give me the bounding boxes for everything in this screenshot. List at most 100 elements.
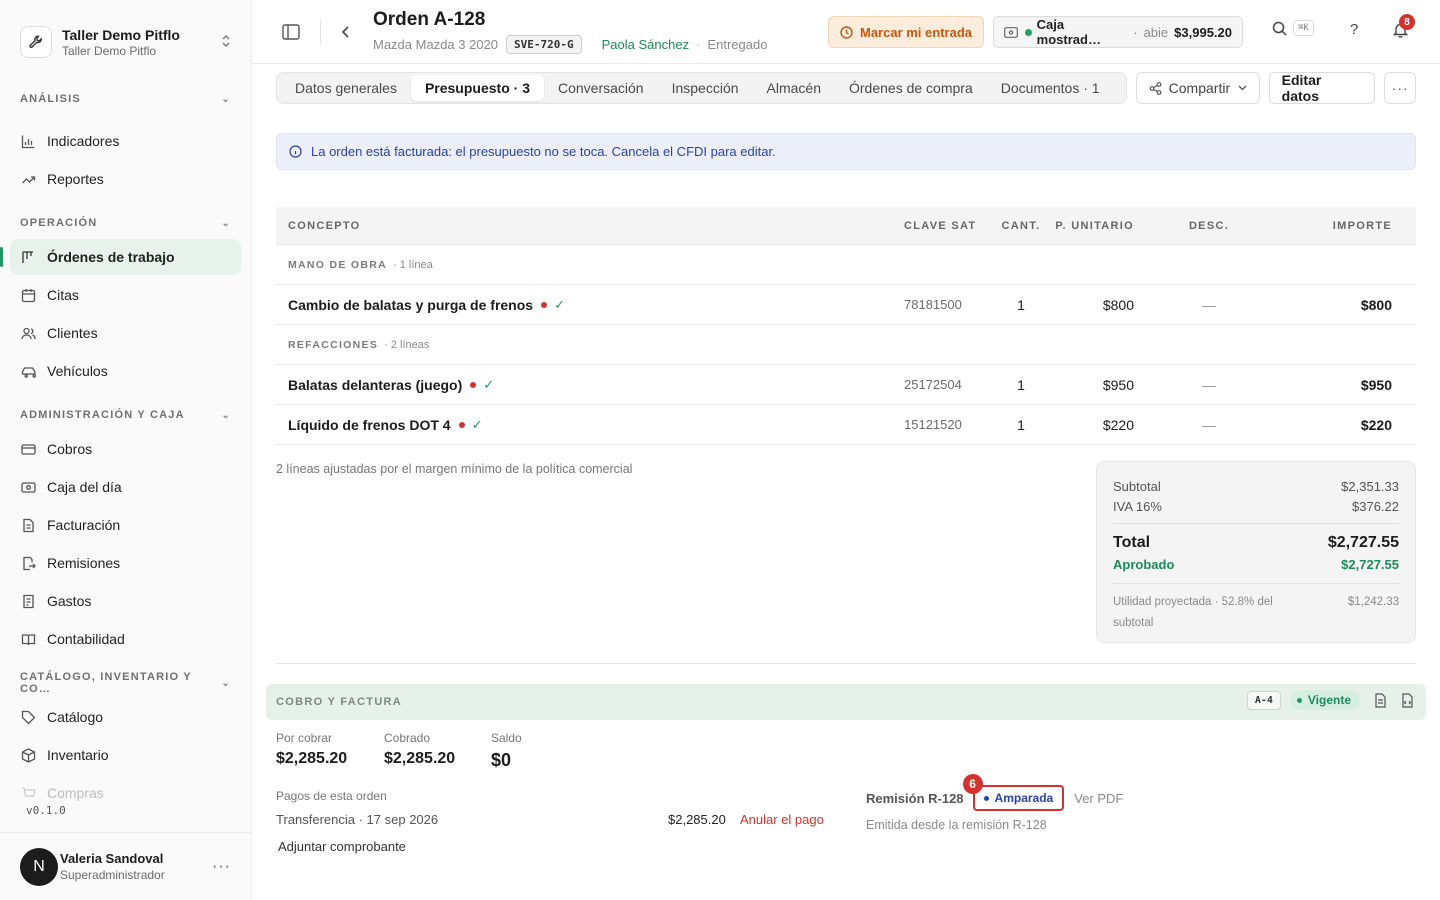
view-pdf-link[interactable]: Ver PDF [1074, 791, 1123, 806]
page-title: Orden A-128 [373, 9, 486, 30]
tab-bar: Datos generales Presupuesto · 3 Conversa… [276, 72, 1127, 104]
item-concept: Cambio de balatas y purga de frenos [288, 296, 534, 313]
item-importe: $220 [1360, 416, 1392, 433]
tab-presupuesto[interactable]: Presupuesto · 3 [410, 75, 544, 101]
search-button[interactable]: ⌘K [1272, 20, 1314, 36]
iva-value: $376.22 [1352, 498, 1399, 514]
tab-almacen[interactable]: Almacén [753, 75, 835, 101]
section-operacion[interactable]: OPERACIÓN ⌄ [0, 213, 251, 233]
vehicle-label: Mazda Mazda 3 2020 [373, 37, 499, 52]
receipt-icon [20, 593, 37, 610]
totals-card: Subtotal $2,351.33 IVA 16% $376.22 Total $2… [1096, 461, 1416, 643]
chart-bar-icon [20, 133, 37, 150]
section-catalogo[interactable]: CATÁLOGO, INVENTARIO Y CO… ⌄ [0, 671, 251, 695]
document-icon[interactable] [1374, 692, 1387, 708]
remision-row: Remisión R-128 6 Amparada Ver PDF [866, 774, 1123, 811]
sidebar-toggle-icon[interactable] [280, 21, 302, 43]
divider [1113, 523, 1399, 524]
total-value: $2,727.55 [1327, 534, 1399, 551]
edit-data-button[interactable]: Editar datos [1268, 72, 1376, 104]
sidebar-item-caja[interactable]: Caja del día [10, 469, 241, 505]
xml-file-icon[interactable] [1401, 692, 1414, 708]
more-options-button[interactable]: ··· [1384, 72, 1416, 104]
section-analisis[interactable]: ANÁLISIS ⌄ [0, 89, 251, 109]
iva-label: IVA 16% [1113, 498, 1162, 514]
sidebar-item-citas[interactable]: Citas [10, 277, 241, 313]
user-menu[interactable]: N Valeria Sandoval Superadministrador ··… [0, 832, 251, 900]
check-icon: ✓ [554, 296, 565, 312]
section-administracion[interactable]: ADMINISTRACIÓN Y CAJA ⌄ [0, 405, 251, 425]
sidebar-item-label: Compras [47, 785, 104, 801]
sidebar-item-catalogo[interactable]: Catálogo [10, 699, 241, 735]
status-dot [541, 301, 548, 308]
marker-badge: 6 [962, 774, 983, 794]
table-row[interactable]: Líquido de frenos DOT 4 ✓ 15121520 1 $220… [276, 405, 1416, 445]
plate-badge: SVE-720-G [506, 35, 582, 54]
cash-register-selector[interactable]: Caja mostrad… · abie $3,995.20 [993, 16, 1243, 48]
stat-value: $2,285.20 [276, 750, 348, 767]
item-importe: $950 [1360, 376, 1392, 393]
share-button[interactable]: Compartir [1135, 72, 1260, 104]
stat-label: Por cobrar [276, 731, 333, 745]
technician-link[interactable]: Paola Sánchez [602, 37, 689, 52]
payment-description: Transferencia · 17 sep 2026 [276, 812, 439, 827]
col-importe: IMPORTE [1332, 219, 1392, 232]
clock-in-button[interactable]: Marcar mi entrada [828, 16, 984, 48]
amparada-badge[interactable]: 6 Amparada [962, 774, 1065, 811]
sidebar-item-cobros[interactable]: Cobros [10, 431, 241, 467]
remision-title: Remisión R-128 [866, 790, 964, 806]
invoice-icon [20, 517, 37, 534]
tab-ordenes-compra[interactable]: Órdenes de compra [835, 75, 987, 101]
tab-datos-generales[interactable]: Datos generales [281, 75, 411, 101]
register-icon [1004, 26, 1018, 38]
sidebar-item-vehiculos[interactable]: Vehículos [10, 353, 241, 389]
sidebar-item-clientes[interactable]: Clientes [10, 315, 241, 351]
tab-documentos[interactable]: Documentos · 1 [987, 75, 1114, 101]
item-importe: $800 [1360, 296, 1392, 313]
book-icon [20, 631, 37, 648]
group-count: · 1 línea [393, 258, 433, 271]
sidebar-item-facturacion[interactable]: Facturación [10, 507, 241, 543]
status-label: Vigente [1307, 693, 1351, 707]
help-button[interactable]: ? [1350, 21, 1358, 38]
sidebar-item-indicadores[interactable]: Indicadores [10, 123, 241, 159]
item-pu: $950 [1102, 376, 1134, 393]
sidebar-item-inventario[interactable]: Inventario [10, 737, 241, 773]
sidebar-item-contabilidad[interactable]: Contabilidad [10, 621, 241, 657]
more-horizontal-icon[interactable]: ··· [212, 858, 231, 876]
sidebar-item-ordenes[interactable]: Órdenes de trabajo [0, 239, 241, 275]
group-label: REFACCIONES [288, 338, 379, 351]
tab-inspeccion[interactable]: Inspección [658, 75, 753, 101]
bell-icon: 8 [1393, 14, 1415, 38]
sidebar-item-reportes[interactable]: Reportes [10, 161, 241, 197]
file-arrow-icon [20, 555, 37, 572]
clock-in-label: Marcar mi entrada [860, 24, 972, 40]
workspace-switcher[interactable]: Taller Demo Pitflo Taller Demo Pitflo [0, 0, 251, 66]
stat-value: $0 [491, 750, 512, 770]
tab-overflow[interactable]: Ad [1114, 75, 1126, 101]
section-label: CATÁLOGO, INVENTARIO Y CO… [20, 671, 192, 695]
item-pu: $800 [1102, 296, 1134, 313]
table-row[interactable]: Balatas delanteras (juego) ✓ 25172504 1 $… [276, 365, 1416, 405]
notification-badge: 8 [1399, 14, 1415, 30]
more-horizontal-icon: ··· [1391, 80, 1409, 96]
sidebar-item-remisiones[interactable]: Remisiones [10, 545, 241, 581]
separator: · [696, 37, 701, 52]
back-icon[interactable] [335, 21, 357, 43]
notifications-button[interactable]: 8 [1393, 14, 1415, 38]
table-row[interactable]: Cambio de balatas y purga de frenos ✓ 781… [276, 285, 1416, 325]
users-icon [20, 325, 37, 342]
stat-por-cobrar: Por cobrar $2,285.20 [276, 731, 347, 768]
stat-value: $2,285.20 [384, 750, 456, 767]
cancel-payment-link[interactable]: Anular el pago [740, 812, 824, 827]
section-title: COBRO Y FACTURA [276, 696, 403, 708]
section-label: OPERACIÓN [20, 217, 98, 229]
sidebar-item-gastos[interactable]: Gastos [10, 583, 241, 619]
tab-conversacion[interactable]: Conversación [544, 75, 658, 101]
subtotal-label: Subtotal [1113, 478, 1161, 494]
chevron-down-icon [1238, 85, 1247, 91]
approved-label: Aprobado [1113, 556, 1175, 572]
clock-icon [840, 25, 853, 39]
avatar: N [20, 847, 58, 886]
attach-receipt-link[interactable]: Adjuntar comprobante [278, 839, 406, 854]
